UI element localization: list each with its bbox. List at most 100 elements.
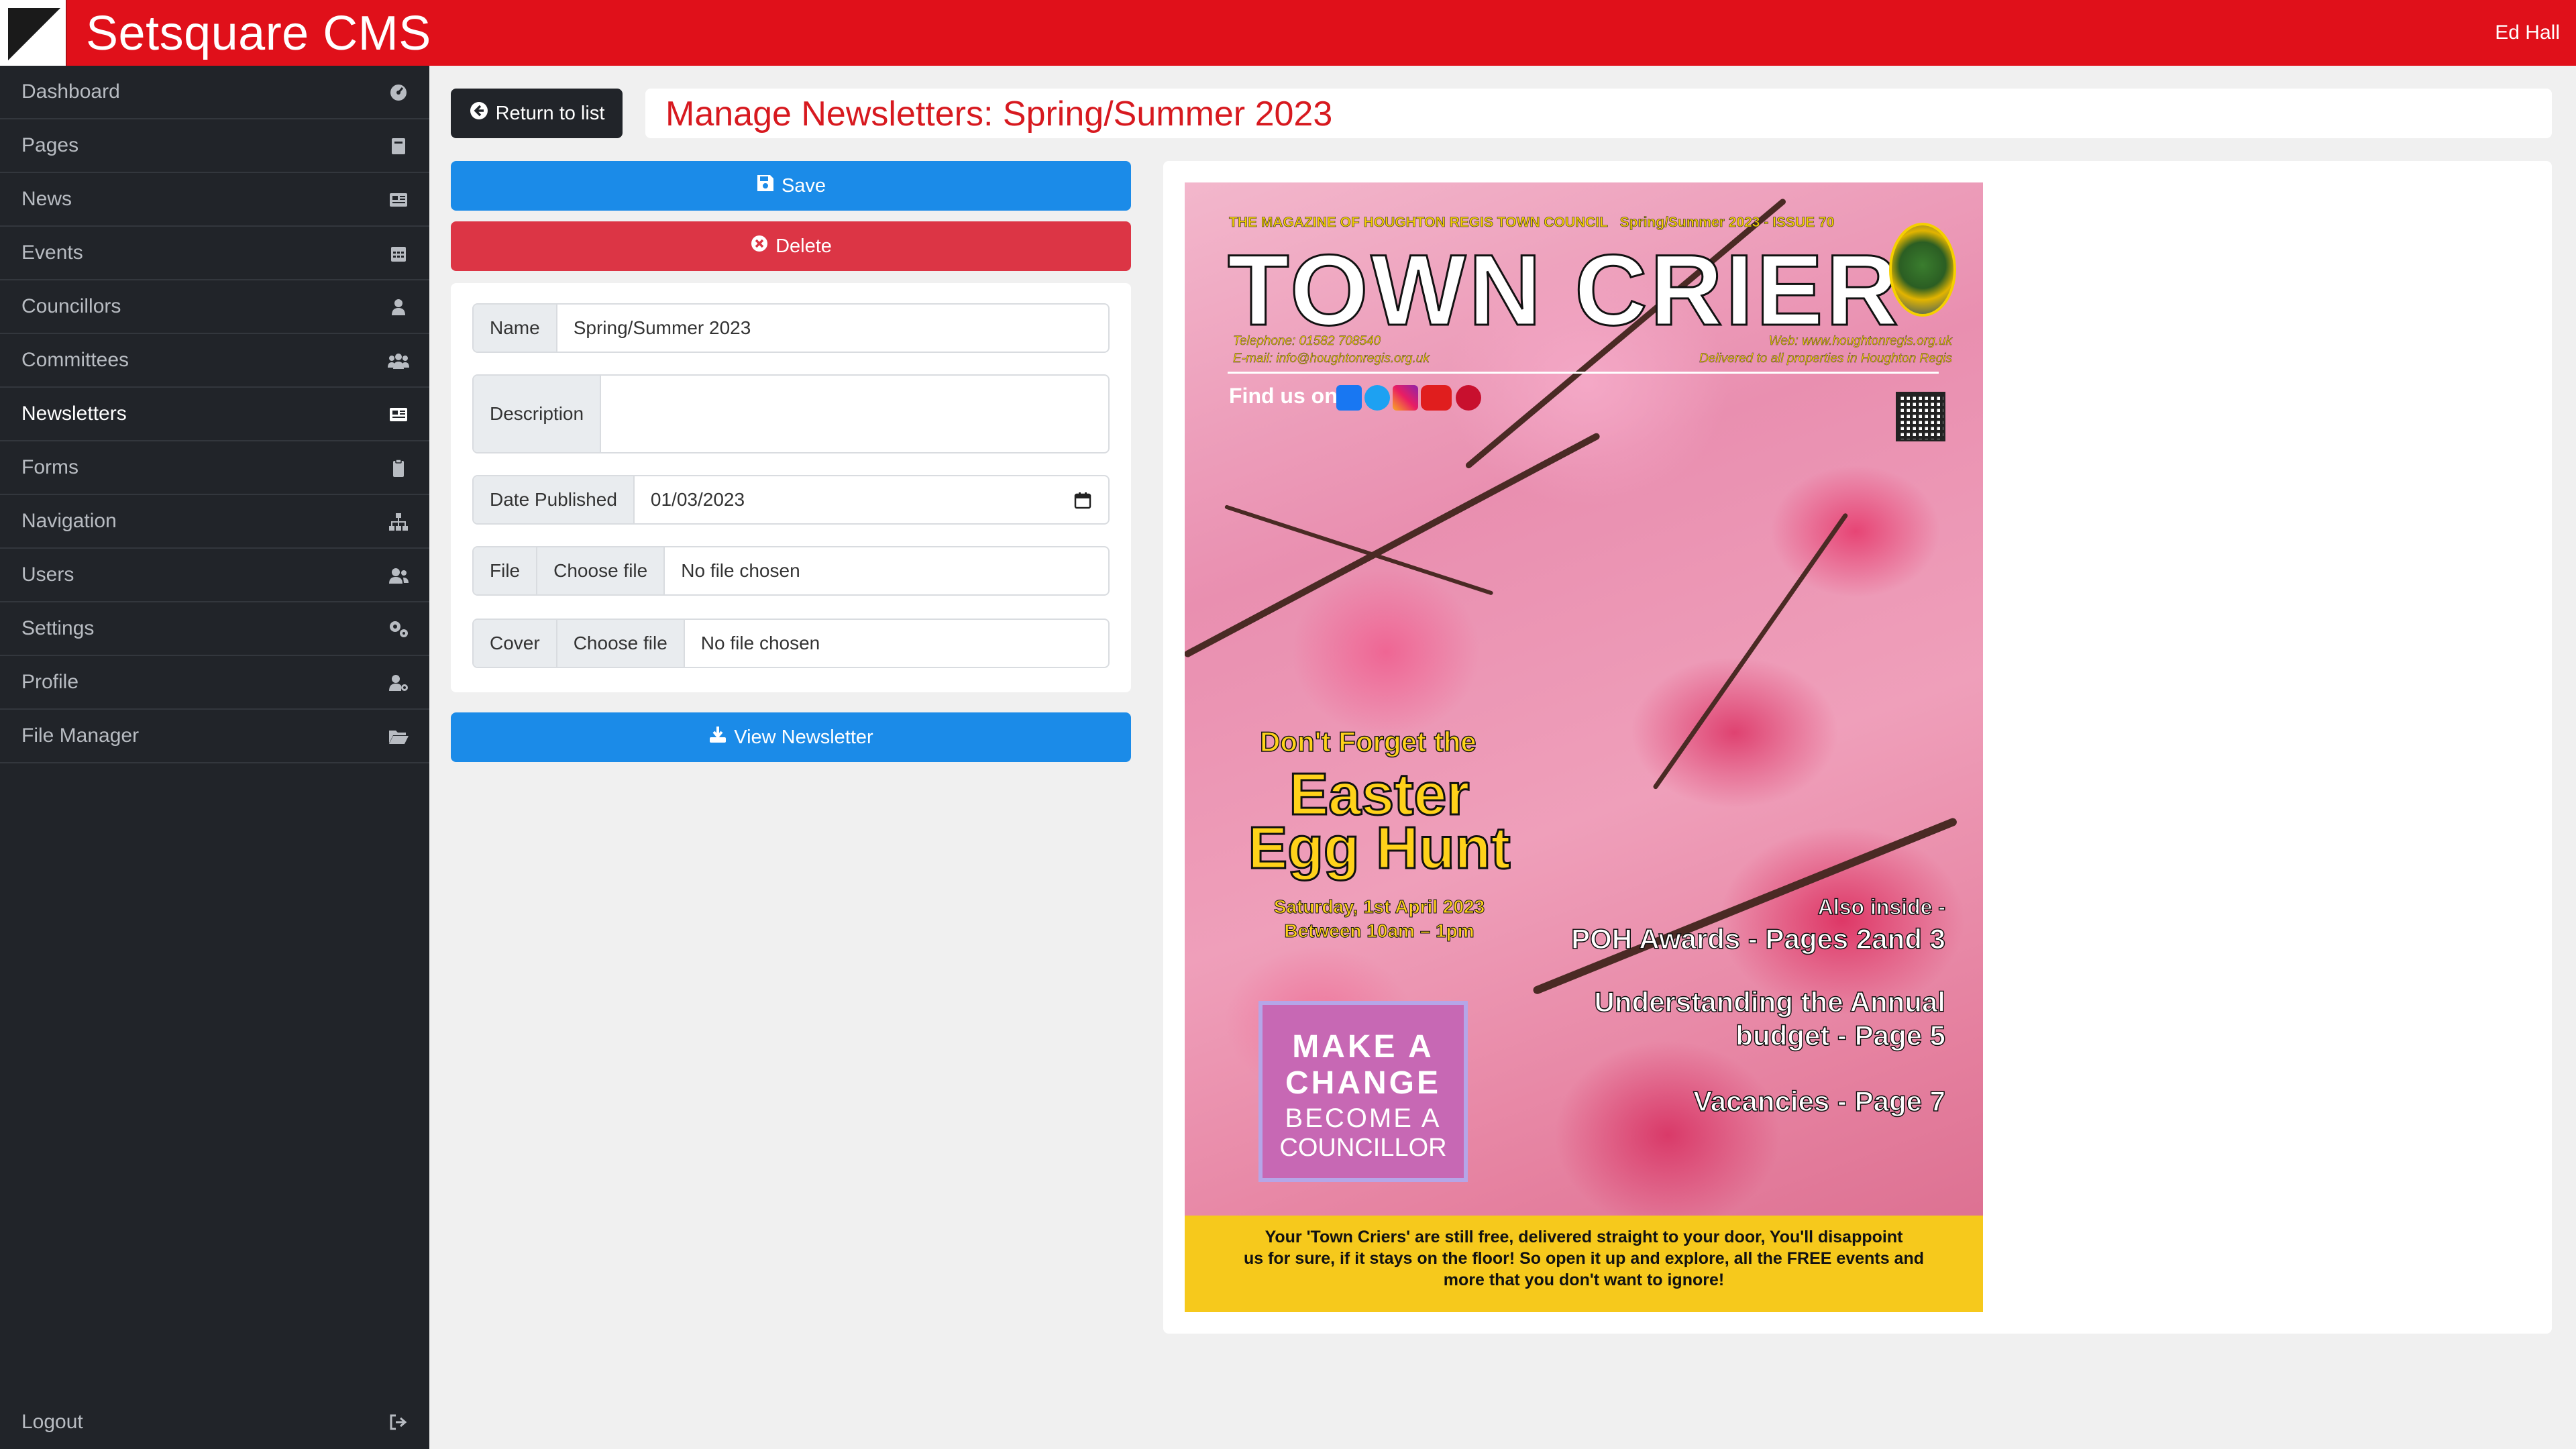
description-textarea[interactable]: [601, 376, 1108, 452]
user-group-icon: [388, 566, 409, 585]
save-button[interactable]: Save: [451, 161, 1131, 211]
sitemap-icon: [388, 513, 409, 531]
sidebar-item-label: Profile: [21, 671, 79, 693]
name-field: Name Spring/Summer 2023: [472, 303, 1110, 353]
masthead-title: TOWN CRIER: [1227, 233, 1901, 346]
delivered-line: Delivered to all properties in Houghton …: [1699, 352, 1952, 366]
date-value: 01/03/2023: [650, 489, 745, 510]
telephone-line: Telephone: 01582 708540: [1233, 334, 1381, 348]
sidebar-item-users[interactable]: Users: [0, 549, 429, 602]
sidebar-item-committees[interactable]: Committees: [0, 334, 429, 388]
date-published-input[interactable]: 01/03/2023: [635, 476, 1108, 523]
page-title-box: Manage Newsletters: Spring/Summer 2023: [645, 89, 2552, 138]
email-line: E-mail: info@houghtonregis.org.uk: [1233, 352, 1430, 366]
name-input[interactable]: Spring/Summer 2023: [557, 305, 1108, 352]
date-published-field: Date Published 01/03/2023: [472, 475, 1110, 525]
logout-link[interactable]: Logout: [0, 1395, 429, 1449]
sidebar-item-dashboard[interactable]: Dashboard: [0, 66, 429, 119]
make-a-change-box: MAKE A CHANGE BECOME A COUNCILLOR: [1258, 1001, 1468, 1182]
view-newsletter-button[interactable]: View Newsletter: [451, 712, 1131, 762]
newsletter-form: Name Spring/Summer 2023 Description Date…: [451, 283, 1131, 692]
sidebar-item-news[interactable]: News: [0, 173, 429, 227]
sidebar-item-forms[interactable]: Forms: [0, 441, 429, 495]
sidebar-item-pages[interactable]: Pages: [0, 119, 429, 173]
user-gear-icon: [388, 674, 409, 692]
sidebar-item-label: Users: [21, 564, 74, 586]
folder-open-icon: [388, 727, 409, 746]
instagram-icon: [1393, 385, 1418, 411]
users-icon: [388, 352, 409, 370]
council-crest-logo: [1889, 223, 1956, 317]
egg-hunt-intro: Don't Forget the: [1259, 725, 1477, 758]
user-name[interactable]: Ed Hall: [2495, 19, 2560, 46]
sidebar-item-label: News: [21, 188, 72, 210]
cover-choose-button[interactable]: Choose file: [557, 620, 685, 667]
sidebar-item-profile[interactable]: Profile: [0, 656, 429, 710]
circle-x-icon: [750, 234, 769, 258]
file-field: File Choose file No file chosen: [472, 546, 1110, 596]
sidebar-item-settings[interactable]: Settings: [0, 602, 429, 656]
sign-out-icon: [388, 1413, 409, 1432]
user-icon: [388, 298, 409, 317]
sidebar-item-navigation[interactable]: Navigation: [0, 495, 429, 549]
find-us-label: Find us on: [1229, 384, 1338, 408]
branch-decoration: [1185, 431, 1601, 659]
floppy-disk-icon: [756, 174, 775, 198]
calendar-icon: [388, 244, 409, 263]
top-bar: Setsquare CMS Ed Hall: [0, 0, 2576, 66]
newsletter-cover-image: THE MAGAZINE OF HOUGHTON REGIS TOWN COUN…: [1185, 182, 1983, 1312]
return-to-list-button[interactable]: Return to list: [451, 89, 623, 138]
gears-icon: [388, 620, 409, 639]
web-line: Web: www.houghtonregis.org.uk: [1768, 334, 1953, 348]
logout-label: Logout: [21, 1411, 83, 1433]
date-published-label: Date Published: [474, 476, 635, 523]
dashboard-icon: [388, 83, 409, 102]
file-label: File: [474, 547, 538, 594]
sidebar-item-councillors[interactable]: Councillors: [0, 280, 429, 334]
youtube-icon: [1421, 385, 1452, 411]
newspaper-icon: [388, 191, 409, 209]
inside-item-budget-2: budget - Page 5: [1735, 1019, 1946, 1052]
sidebar-item-newsletters[interactable]: Newsletters: [0, 388, 429, 441]
sidebar-item-label: File Manager: [21, 724, 140, 747]
masthead-rule: [1228, 372, 1939, 374]
egg-hunt-title: Easter Egg Hunt: [1247, 761, 1511, 881]
sidebar-item-file-manager[interactable]: File Manager: [0, 710, 429, 763]
setsquare-logo[interactable]: [0, 0, 67, 66]
inside-item-awards: POH Awards - Pages 2and 3: [1570, 922, 1945, 955]
qr-code: [1896, 392, 1945, 441]
sidebar-item-label: Committees: [21, 349, 129, 371]
sidebar-item-label: Navigation: [21, 510, 117, 532]
sidebar-item-label: Dashboard: [21, 80, 120, 103]
cover-label: Cover: [474, 620, 557, 667]
sidebar-item-label: Newsletters: [21, 402, 127, 425]
egg-hunt-details: Saturday, 1st April 2023 Between 10am – …: [1273, 896, 1485, 942]
delete-label: Delete: [775, 235, 832, 257]
sidebar-item-label: Pages: [21, 134, 79, 156]
circle-arrow-left-icon: [469, 101, 489, 126]
description-label: Description: [474, 376, 602, 452]
sidebar-item-label: Settings: [21, 617, 95, 639]
app-title: Setsquare CMS: [86, 7, 431, 60]
file-choose-button[interactable]: Choose file: [537, 547, 665, 594]
inside-item-vacancies: Vacancies - Page 7: [1693, 1085, 1945, 1118]
magazine-line: THE MAGAZINE OF HOUGHTON REGIS TOWN COUN…: [1229, 215, 1835, 231]
facebook-icon: [1336, 385, 1362, 411]
twitter-icon: [1364, 385, 1390, 411]
page-title: Manage Newsletters: Spring/Summer 2023: [665, 95, 1333, 133]
book-icon: [388, 137, 409, 156]
sidebar-item-label: Forms: [21, 456, 78, 478]
branch-decoration: [1652, 512, 1849, 790]
save-label: Save: [781, 174, 826, 197]
description-field: Description: [472, 374, 1110, 453]
pinterest-icon: [1456, 385, 1481, 411]
branch-decoration: [1224, 504, 1494, 596]
view-newsletter-label: View Newsletter: [734, 726, 873, 748]
calendar-picker-icon[interactable]: [1073, 491, 1092, 510]
delete-button[interactable]: Delete: [451, 221, 1131, 271]
sidebar-item-label: Events: [21, 241, 83, 264]
file-status: No file chosen: [681, 560, 800, 581]
download-icon: [708, 725, 727, 749]
sidebar-item-events[interactable]: Events: [0, 227, 429, 280]
inside-item-budget-1: Understanding the Annual: [1594, 985, 1946, 1018]
